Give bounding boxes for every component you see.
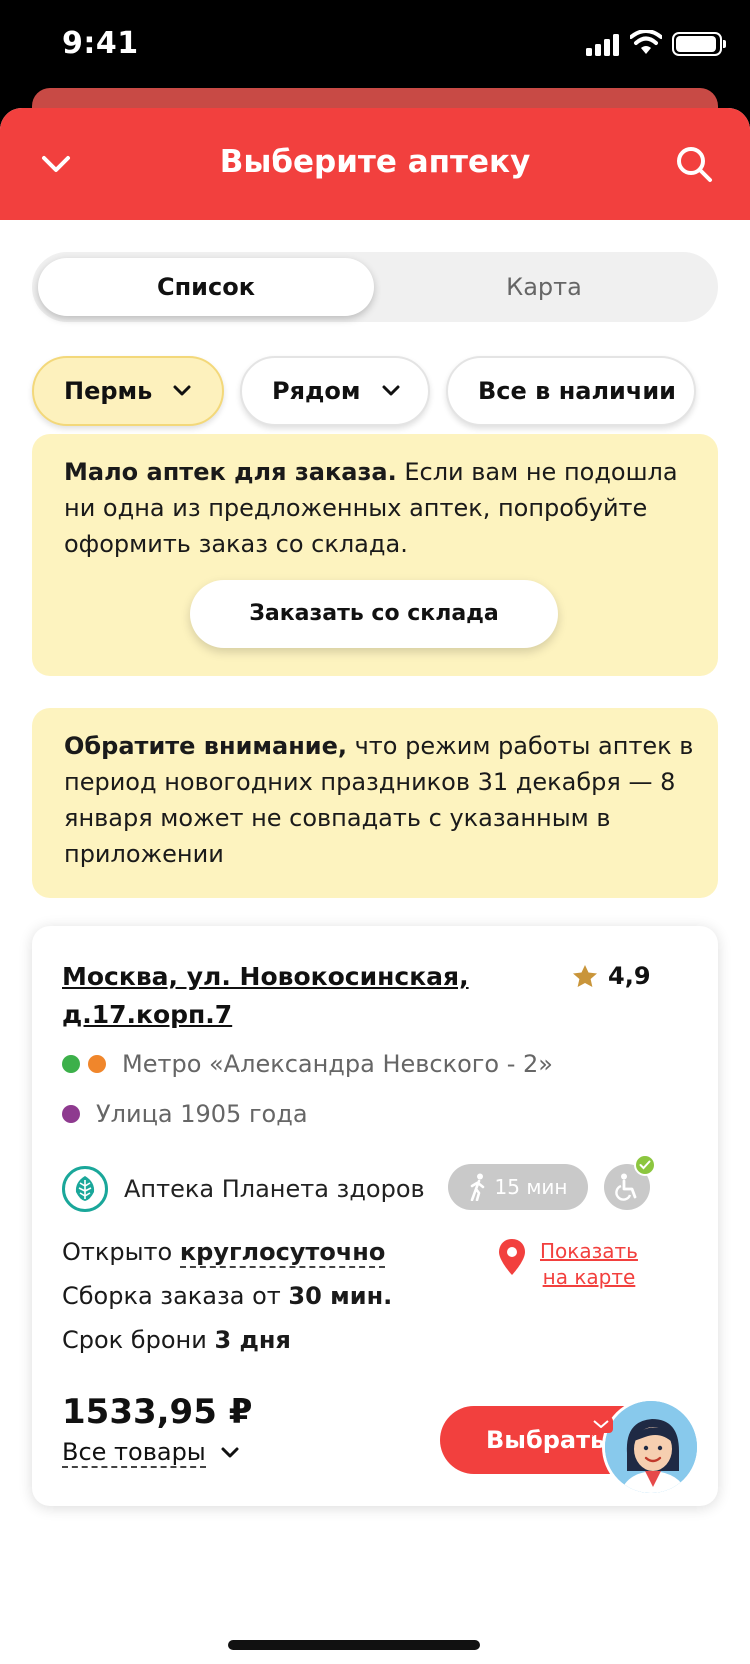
metro-line-1: Метро «Александра Невского - 2» xyxy=(62,1050,553,1078)
wheelchair-icon xyxy=(604,1154,656,1210)
search-icon[interactable] xyxy=(674,144,714,184)
page-title: Выберите аптеку xyxy=(219,144,531,180)
header: Выберите аптеку xyxy=(0,108,750,220)
filter-city[interactable]: Пермь xyxy=(32,356,224,426)
notice-text: Мало аптек для заказа. Если вам не подош… xyxy=(64,458,678,558)
metro-dot xyxy=(62,1055,80,1073)
chat-badge-icon xyxy=(589,1417,613,1437)
pharmacy-address[interactable]: Москва, ул. Новокосинская, д.17.корп.7 xyxy=(62,958,512,1034)
rating: 4,9 xyxy=(572,962,651,990)
order-from-warehouse-button[interactable]: Заказать со склада xyxy=(190,580,558,648)
all-goods-label: Все товары xyxy=(62,1438,206,1468)
metro-line-2: Улица 1905 года xyxy=(62,1100,308,1128)
signal-icon xyxy=(586,34,619,56)
holiday-notice: Обратите внимание, что режим работы апте… xyxy=(32,708,718,898)
walk-time-badge: 15 мин xyxy=(448,1164,588,1210)
map-pin-icon xyxy=(499,1239,525,1275)
chevron-down-icon xyxy=(221,1447,239,1458)
status-bar: 9:41 xyxy=(0,0,750,100)
filter-in-stock-label: Все в наличии xyxy=(478,377,676,405)
metro-station: Метро «Александра Невского - 2» xyxy=(122,1050,553,1078)
chevron-down-icon xyxy=(173,385,191,396)
metro-dot xyxy=(62,1105,80,1123)
star-icon xyxy=(573,965,597,987)
status-time: 9:41 xyxy=(62,26,139,61)
pharmacy-brand: Аптека Планета здоровья xyxy=(62,1166,424,1212)
assistant-avatar-icon[interactable] xyxy=(602,1398,700,1496)
metro-dot xyxy=(88,1055,106,1073)
pharmacy-logo-icon xyxy=(62,1166,108,1212)
order-price: 1533,95 ₽ xyxy=(62,1392,253,1432)
walk-time: 15 мин xyxy=(494,1175,568,1199)
filter-city-label: Пермь xyxy=(64,377,153,405)
view-toggle: Список Карта xyxy=(32,252,718,322)
chevron-down-icon xyxy=(382,385,399,396)
open-hours-value[interactable]: круглосуточно xyxy=(179,1238,386,1268)
pharmacy-brand-name: Аптека Планета здоровья xyxy=(124,1175,424,1203)
wifi-icon xyxy=(630,30,662,54)
notice-text: Обратите внимание, что режим работы апте… xyxy=(64,732,694,868)
filter-in-stock[interactable]: Все в наличии xyxy=(446,356,696,426)
show-on-map-link[interactable]: Показать на карте xyxy=(498,1238,638,1290)
tab-map[interactable]: Карта xyxy=(376,258,712,316)
tab-list[interactable]: Список xyxy=(38,258,374,316)
reservation-term: Срок брони 3 дня xyxy=(62,1326,291,1354)
metro-station: Улица 1905 года xyxy=(96,1100,308,1128)
all-goods-toggle[interactable]: Все товары xyxy=(62,1438,240,1468)
low-pharmacies-notice: Мало аптек для заказа. Если вам не подош… xyxy=(32,434,718,676)
filter-nearby-label: Рядом xyxy=(272,377,361,405)
assembly-time: Сборка заказа от 30 мин. xyxy=(62,1282,393,1310)
filter-nearby[interactable]: Рядом xyxy=(240,356,430,426)
walk-icon xyxy=(470,1173,484,1201)
check-icon xyxy=(634,1154,656,1176)
home-indicator xyxy=(228,1640,480,1650)
open-hours: Открыто круглосуточно xyxy=(62,1238,386,1268)
battery-icon xyxy=(672,32,726,56)
rating-value: 4,9 xyxy=(608,962,651,990)
